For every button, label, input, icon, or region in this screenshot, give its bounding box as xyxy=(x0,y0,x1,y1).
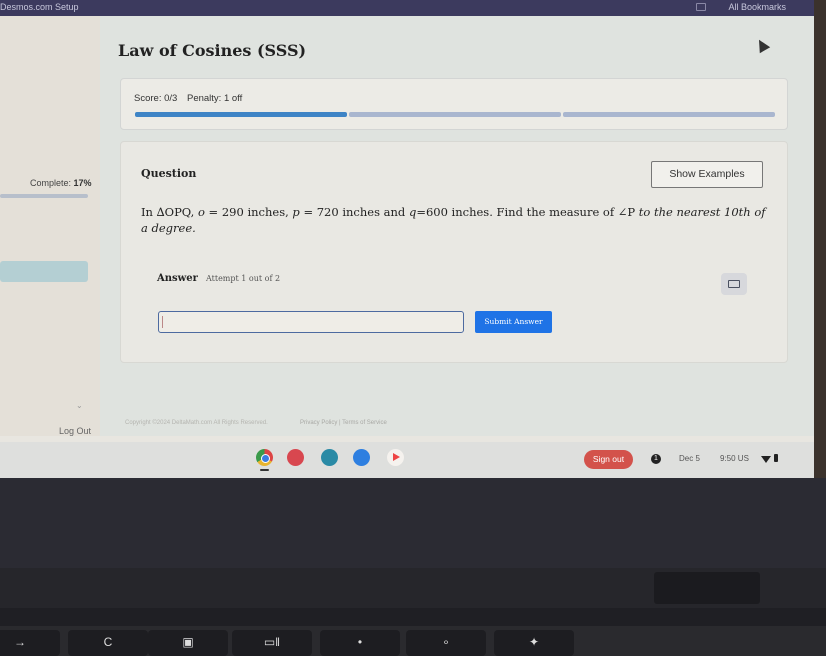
notification-icon[interactable]: 1 xyxy=(651,454,661,464)
active-app-indicator xyxy=(260,469,269,471)
chevron-down-icon[interactable]: ⌄ xyxy=(76,401,83,410)
variable-o: o xyxy=(197,205,205,219)
key-forward: → xyxy=(0,630,60,656)
date-label[interactable]: Dec 5 xyxy=(679,454,700,463)
question-text-part: = 290 inches, xyxy=(204,205,293,219)
submit-answer-button[interactable]: Submit Answer xyxy=(475,311,552,333)
completion-value: 17% xyxy=(73,178,92,188)
answer-label: Answer xyxy=(157,273,198,284)
screen: Desmos.com Setup All Bookmarks Complete:… xyxy=(0,0,814,478)
chrome-icon[interactable] xyxy=(256,449,273,466)
score-label: Score: 0/3 xyxy=(134,93,178,104)
completion-text: Complete: xyxy=(30,178,72,188)
mouse-cursor-icon xyxy=(753,36,771,54)
answer-input[interactable] xyxy=(158,311,464,333)
classroom-icon[interactable] xyxy=(321,449,338,466)
keyboard-icon xyxy=(728,280,740,288)
key-fullscreen: ▣ xyxy=(148,630,228,656)
progress-segment xyxy=(135,112,347,117)
question-text: In ∆OPQ, o = 290 inches, p = 720 inches … xyxy=(141,204,769,236)
completion-label: Complete: 17% xyxy=(30,178,92,188)
main-content: Law of Cosines (SSS) Score: 0/3 Penalty:… xyxy=(100,16,814,436)
show-examples-button[interactable]: Show Examples xyxy=(651,161,763,188)
question-text-part: In ∆OPQ, xyxy=(141,205,198,219)
key-refresh: C xyxy=(68,630,148,656)
logout-link[interactable]: Log Out xyxy=(59,426,91,436)
progress-segment xyxy=(349,112,561,117)
key-brightness-down: • xyxy=(320,630,400,656)
key-mute: ✦ xyxy=(494,630,574,656)
sidebar: Complete: 17% ⌄ Log Out xyxy=(0,16,100,436)
laptop-bezel-bottom xyxy=(0,478,826,568)
wifi-icon[interactable] xyxy=(761,456,771,463)
penalty-label: Penalty: 1 off xyxy=(187,93,243,104)
variable-p: p xyxy=(292,205,300,219)
play-store-icon[interactable] xyxy=(387,449,404,466)
laptop-bezel xyxy=(814,0,826,478)
art-app-icon[interactable] xyxy=(287,449,304,466)
progress-segment xyxy=(563,112,775,117)
page-title: Law of Cosines (SSS) xyxy=(118,41,307,60)
all-bookmarks-button[interactable]: All Bookmarks xyxy=(728,2,786,12)
score-card: Score: 0/3 Penalty: 1 off xyxy=(120,78,788,130)
math-keyboard-button[interactable] xyxy=(721,273,747,295)
bookmark-desmos-setup[interactable]: Desmos.com Setup xyxy=(0,2,79,12)
question-text-part: =600 inches. Find the measure of ∠P xyxy=(416,205,639,219)
footer-links[interactable]: Privacy Policy | Terms of Service xyxy=(300,420,387,426)
sign-out-button[interactable]: Sign out xyxy=(584,450,633,469)
battery-icon[interactable] xyxy=(774,454,778,462)
folder-icon xyxy=(696,3,706,11)
os-shelf: Sign out 1 Dec 5 9:50 US xyxy=(0,442,814,478)
key-overview: ▭‖ xyxy=(232,630,312,656)
key-brightness-up: ∘ xyxy=(406,630,486,656)
question-text-part: = 720 inches and xyxy=(299,205,409,219)
attempt-label: Attempt 1 out of 2 xyxy=(206,274,281,283)
footer-copyright: Copyright ©2024 DeltaMath.com All Rights… xyxy=(125,420,268,426)
question-heading: Question xyxy=(141,167,197,180)
laptop-hinge-tab xyxy=(654,572,760,604)
files-icon[interactable] xyxy=(353,449,370,466)
sidebar-active-item[interactable] xyxy=(0,261,88,282)
question-card: Question Show Examples In ∆OPQ, o = 290 … xyxy=(120,141,788,363)
completion-progress-bar xyxy=(0,194,88,198)
score-progress-bar xyxy=(135,112,775,117)
time-label[interactable]: 9:50 US xyxy=(720,454,749,463)
bookmark-bar: Desmos.com Setup All Bookmarks xyxy=(0,0,814,16)
